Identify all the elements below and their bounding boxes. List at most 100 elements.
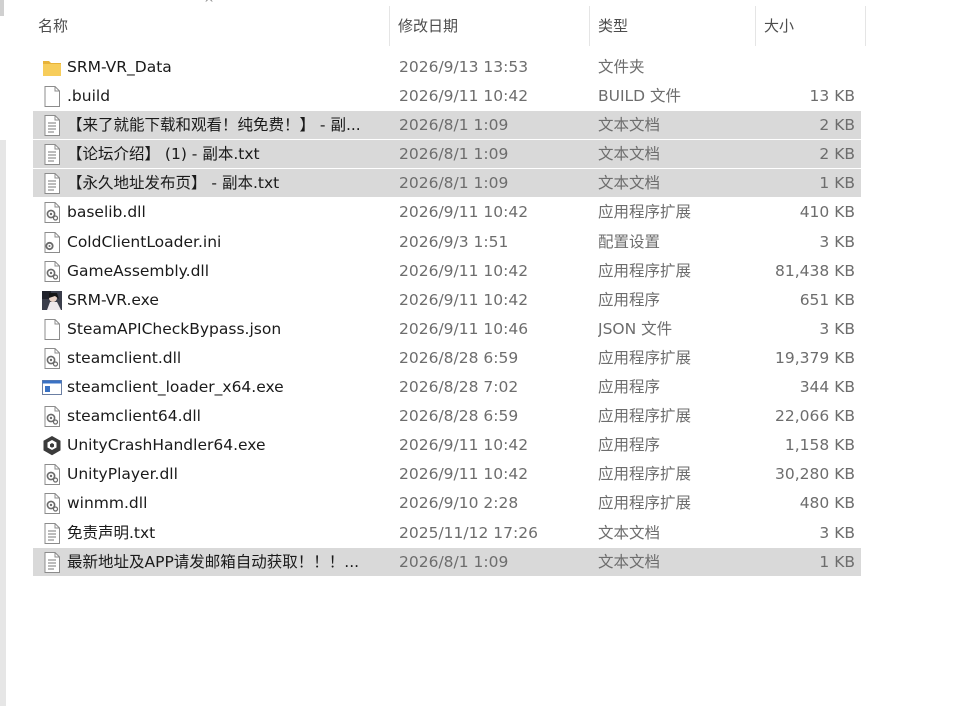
file-name: UnityPlayer.dll bbox=[67, 465, 178, 484]
dll-file-icon bbox=[41, 347, 63, 370]
column-header-date[interactable]: 修改日期 bbox=[390, 6, 590, 46]
file-modified-date: 2026/9/11 10:42 bbox=[399, 261, 529, 280]
file-row[interactable]: .build 2026/9/11 10:42 BUILD 文件 13 KB bbox=[33, 82, 861, 111]
column-header-size[interactable]: 大小 bbox=[756, 6, 866, 46]
file-type: 文本文档 bbox=[598, 552, 661, 571]
column-header-name-label: 名称 bbox=[38, 17, 69, 35]
text-file-icon bbox=[41, 143, 63, 166]
file-modified-date: 2026/8/28 6:59 bbox=[399, 407, 519, 426]
exe-window-icon bbox=[41, 376, 63, 399]
file-modified-date: 2026/9/10 2:28 bbox=[399, 494, 519, 513]
column-divider[interactable] bbox=[865, 6, 866, 46]
text-file-icon bbox=[41, 522, 63, 545]
file-type: 文件夹 bbox=[598, 58, 645, 76]
file-type: BUILD 文件 bbox=[598, 87, 682, 106]
file-size: 480 KB bbox=[799, 494, 855, 513]
file-size: 19,379 KB bbox=[775, 348, 855, 367]
file-row[interactable]: GameAssembly.dll 2026/9/11 10:42 应用程序扩展 81,… bbox=[33, 257, 861, 286]
file-row[interactable]: UnityCrashHandler64.exe 2026/9/11 10:42 应用… bbox=[33, 431, 861, 460]
column-header-name[interactable]: 名称 ^ bbox=[30, 0, 390, 46]
file-row[interactable]: steamclient_loader_x64.exe 2026/8/28 7:02… bbox=[33, 373, 861, 402]
file-name: SRM-VR.exe bbox=[67, 290, 159, 309]
dll-file-icon bbox=[41, 463, 63, 486]
file-size: 81,438 KB bbox=[775, 261, 855, 280]
file-row[interactable]: 【论坛介绍】 (1) - 副本.txt 2026/8/1 1:09 文本文档 2 KB bbox=[33, 140, 861, 170]
file-row[interactable]: ColdClientLoader.ini 2026/9/3 1:51 配置设置 3 K… bbox=[33, 228, 861, 257]
file-type: 应用程序 bbox=[598, 290, 661, 309]
file-row[interactable]: 【来了就能下载和观看！纯免费！】 - 副... 2026/8/1 1:09 文本文档… bbox=[33, 111, 861, 141]
file-row[interactable]: 【永久地址发布页】 - 副本.txt 2026/8/1 1:09 文本文档 1 KB bbox=[33, 169, 861, 199]
file-list: SRM-VR_Data 2026/9/13 13:53 文件夹 .build 2026/… bbox=[33, 53, 861, 577]
file-name: winmm.dll bbox=[67, 494, 148, 513]
file-type: 文本文档 bbox=[598, 116, 661, 135]
column-header-type[interactable]: 类型 bbox=[590, 6, 756, 46]
file-type: 应用程序扩展 bbox=[598, 203, 692, 222]
file-name: SteamAPICheckBypass.json bbox=[67, 319, 282, 338]
file-row[interactable]: steamclient64.dll 2026/8/28 6:59 应用程序扩展 22,… bbox=[33, 402, 861, 431]
file-name: .build bbox=[67, 87, 111, 106]
file-size: 3 KB bbox=[819, 319, 855, 338]
file-size: 1 KB bbox=[819, 552, 855, 571]
file-modified-date: 2026/8/1 1:09 bbox=[399, 552, 509, 571]
dll-file-icon bbox=[41, 492, 63, 515]
file-name: steamclient.dll bbox=[67, 348, 182, 367]
file-size: 2 KB bbox=[819, 116, 855, 135]
file-type: 应用程序扩展 bbox=[598, 494, 692, 513]
file-row[interactable]: 最新地址及APP请发邮箱自动获取！！！... 2026/8/1 1:09 文本文档 1… bbox=[33, 547, 861, 577]
file-type: 应用程序 bbox=[598, 436, 661, 455]
file-size: 22,066 KB bbox=[775, 407, 855, 426]
file-name: ColdClientLoader.ini bbox=[67, 232, 222, 251]
file-name: baselib.dll bbox=[67, 203, 146, 222]
file-name: GameAssembly.dll bbox=[67, 261, 210, 280]
file-name: steamclient64.dll bbox=[67, 407, 201, 426]
file-row[interactable]: winmm.dll 2026/9/10 2:28 应用程序扩展 480 KB bbox=[33, 489, 861, 518]
file-size: 2 KB bbox=[819, 145, 855, 164]
file-type: 配置设置 bbox=[598, 232, 661, 251]
file-size bbox=[753, 53, 855, 82]
left-pane-scrollbar[interactable] bbox=[0, 140, 6, 706]
file-name: 【永久地址发布页】 - 副本.txt bbox=[67, 174, 280, 193]
file-name: UnityCrashHandler64.exe bbox=[67, 436, 266, 455]
file-modified-date: 2026/8/28 6:59 bbox=[399, 348, 519, 367]
file-size: 3 KB bbox=[819, 523, 855, 542]
unity-icon bbox=[41, 434, 63, 457]
file-name: steamclient_loader_x64.exe bbox=[67, 378, 284, 397]
text-file-icon bbox=[41, 551, 63, 574]
file-type: 文本文档 bbox=[598, 523, 661, 542]
file-type: 文本文档 bbox=[598, 174, 661, 193]
text-file-icon bbox=[41, 172, 63, 195]
file-size: 410 KB bbox=[799, 203, 855, 222]
ini-file-icon bbox=[41, 231, 63, 254]
column-header-date-label: 修改日期 bbox=[398, 17, 459, 35]
file-row[interactable]: steamclient.dll 2026/8/28 6:59 应用程序扩展 19,37… bbox=[33, 344, 861, 373]
file-type: 应用程序扩展 bbox=[598, 348, 692, 367]
file-modified-date: 2026/9/13 13:53 bbox=[399, 58, 529, 76]
file-size: 3 KB bbox=[819, 232, 855, 251]
file-name: 【来了就能下载和观看！纯免费！】 - 副... bbox=[67, 116, 361, 135]
file-row[interactable]: 免责声明.txt 2025/11/12 17:26 文本文档 3 KB bbox=[33, 519, 861, 548]
file-row[interactable]: baselib.dll 2026/9/11 10:42 应用程序扩展 410 KB bbox=[33, 198, 861, 227]
file-name: 免责声明.txt bbox=[67, 523, 156, 542]
dll-file-icon bbox=[41, 405, 63, 428]
dll-file-icon bbox=[41, 201, 63, 224]
file-size: 651 KB bbox=[799, 290, 855, 309]
column-header-size-label: 大小 bbox=[764, 17, 795, 35]
file-type: 应用程序扩展 bbox=[598, 465, 692, 484]
file-modified-date: 2026/9/3 1:51 bbox=[399, 232, 509, 251]
file-modified-date: 2026/8/1 1:09 bbox=[399, 145, 509, 164]
game-exe-icon bbox=[41, 289, 63, 312]
file-row[interactable]: SRM-VR_Data 2026/9/13 13:53 文件夹 bbox=[33, 53, 861, 82]
file-row[interactable]: UnityPlayer.dll 2026/9/11 10:42 应用程序扩展 30,2… bbox=[33, 460, 861, 489]
left-pane-edge-top bbox=[0, 0, 4, 16]
column-header-type-label: 类型 bbox=[598, 17, 629, 35]
file-row[interactable]: SteamAPICheckBypass.json 2026/9/11 10:46 J… bbox=[33, 315, 861, 344]
file-type: 文本文档 bbox=[598, 145, 661, 164]
blank-file-icon bbox=[41, 318, 63, 341]
file-name: 最新地址及APP请发邮箱自动获取！！！... bbox=[67, 552, 360, 571]
file-row[interactable]: SRM-VR.exe 2026/9/11 10:42 应用程序 651 KB bbox=[33, 286, 861, 315]
file-modified-date: 2025/11/12 17:26 bbox=[399, 523, 538, 542]
file-size: 1,158 KB bbox=[784, 436, 855, 455]
file-name: 【论坛介绍】 (1) - 副本.txt bbox=[67, 145, 260, 164]
file-type: 应用程序扩展 bbox=[598, 261, 692, 280]
file-size: 344 KB bbox=[799, 378, 855, 397]
